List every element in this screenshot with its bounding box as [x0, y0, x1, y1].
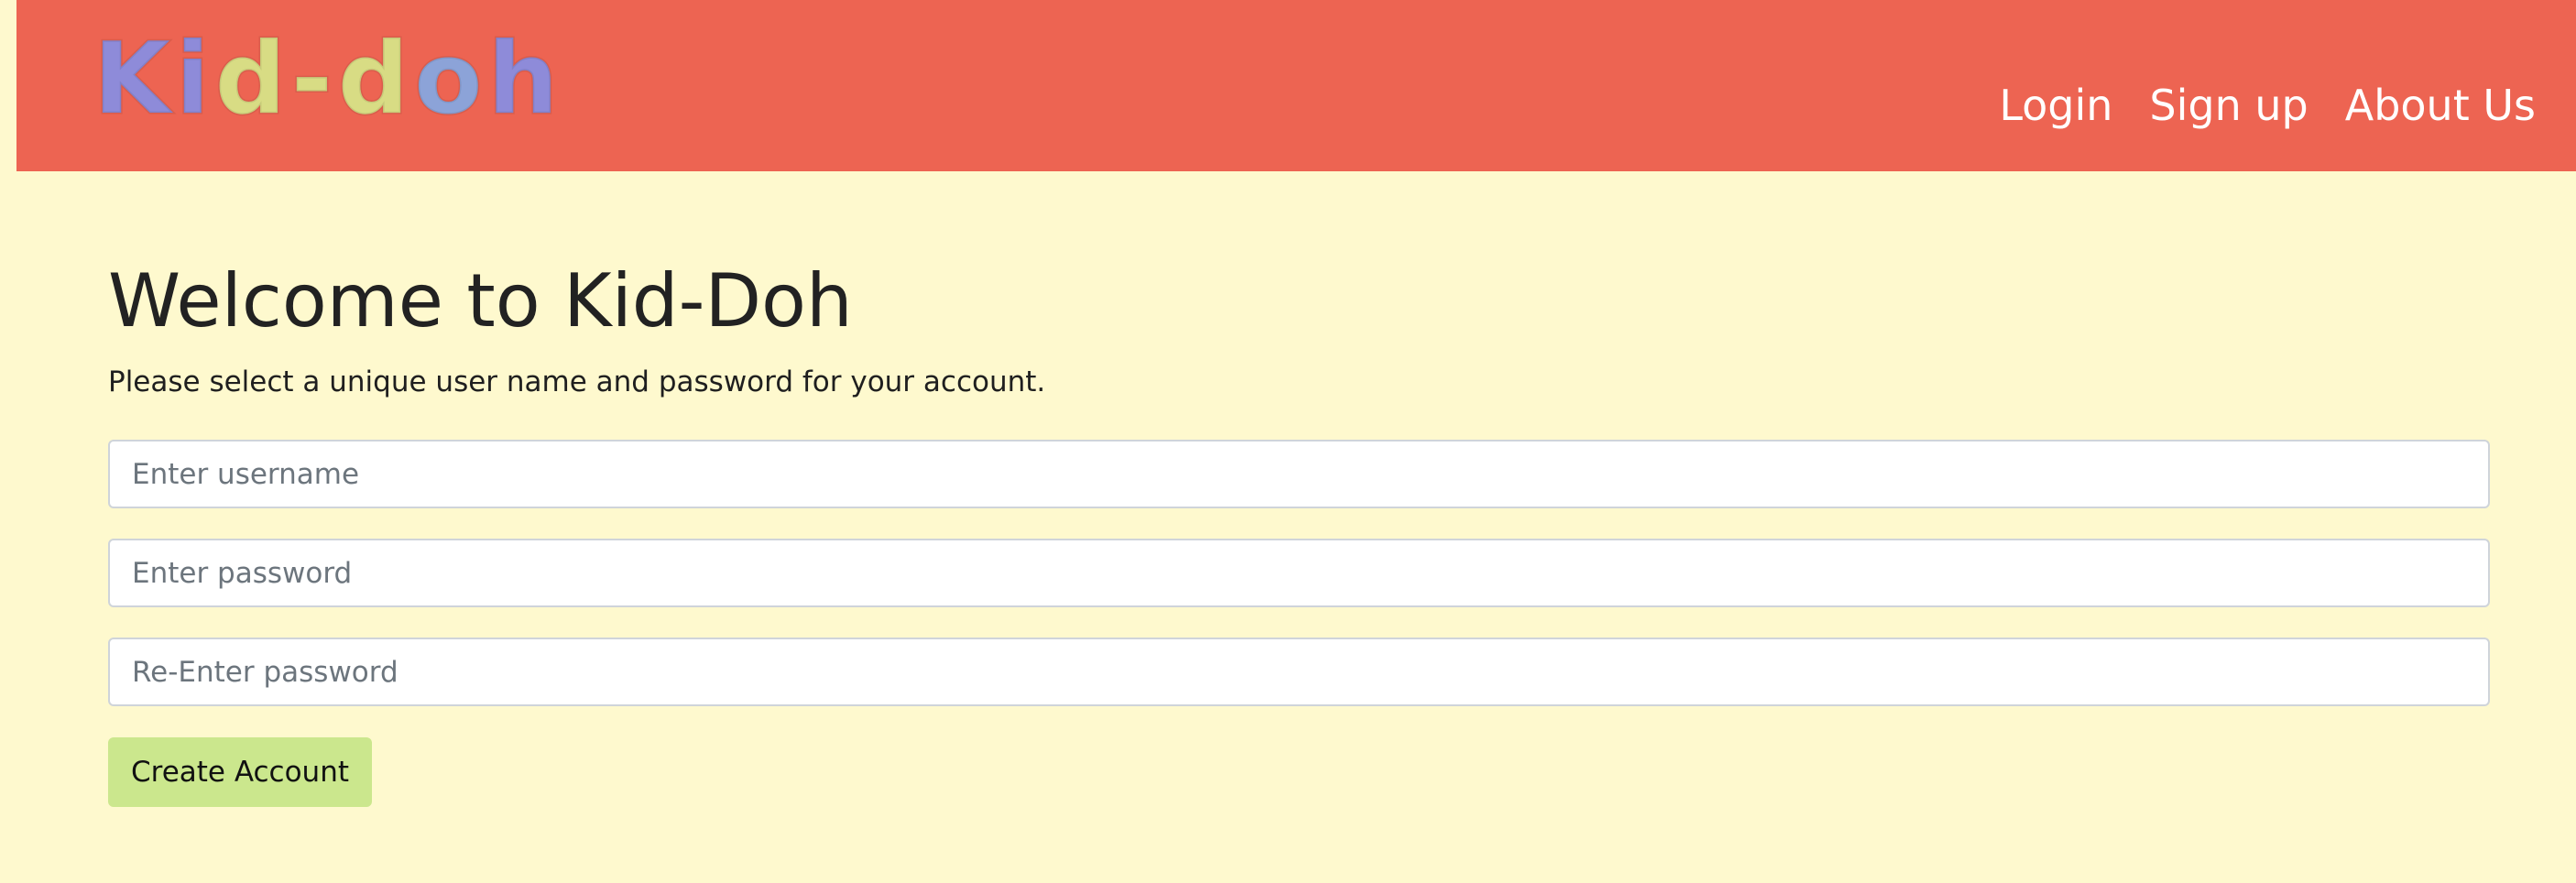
page-subtitle: Please select a unique user name and pas…	[108, 365, 1046, 398]
reenter-password-field-wrapper	[108, 638, 2490, 706]
logo-letter: d	[213, 22, 292, 136]
logo-letter: h	[486, 22, 564, 136]
signup-section: Welcome to Kid-Doh Please select a uniqu…	[108, 261, 2490, 400]
username-field-wrapper	[108, 440, 2490, 508]
kid-doh-logo[interactable]: Kid-doh	[93, 22, 564, 136]
header-bar: Kid-doh Login Sign up About Us	[16, 0, 2576, 171]
reenter-password-input[interactable]	[108, 638, 2490, 706]
create-account-button[interactable]: Create Account	[108, 737, 372, 807]
logo-letter: K	[93, 22, 176, 136]
nav-login-link[interactable]: Login	[1999, 84, 2112, 126]
nav-about-us-link[interactable]: About Us	[2345, 84, 2536, 126]
nav-signup-link[interactable]: Sign up	[2149, 84, 2308, 126]
logo-letter: -	[290, 22, 338, 136]
username-input[interactable]	[108, 440, 2490, 508]
password-input[interactable]	[108, 539, 2490, 607]
password-field-wrapper	[108, 539, 2490, 607]
logo-letter: o	[413, 22, 488, 136]
logo-letter: d	[336, 22, 415, 136]
page-title: Welcome to Kid-Doh	[108, 258, 853, 343]
top-nav: Login Sign up About Us	[1999, 84, 2536, 126]
logo-letter: i	[174, 22, 215, 136]
